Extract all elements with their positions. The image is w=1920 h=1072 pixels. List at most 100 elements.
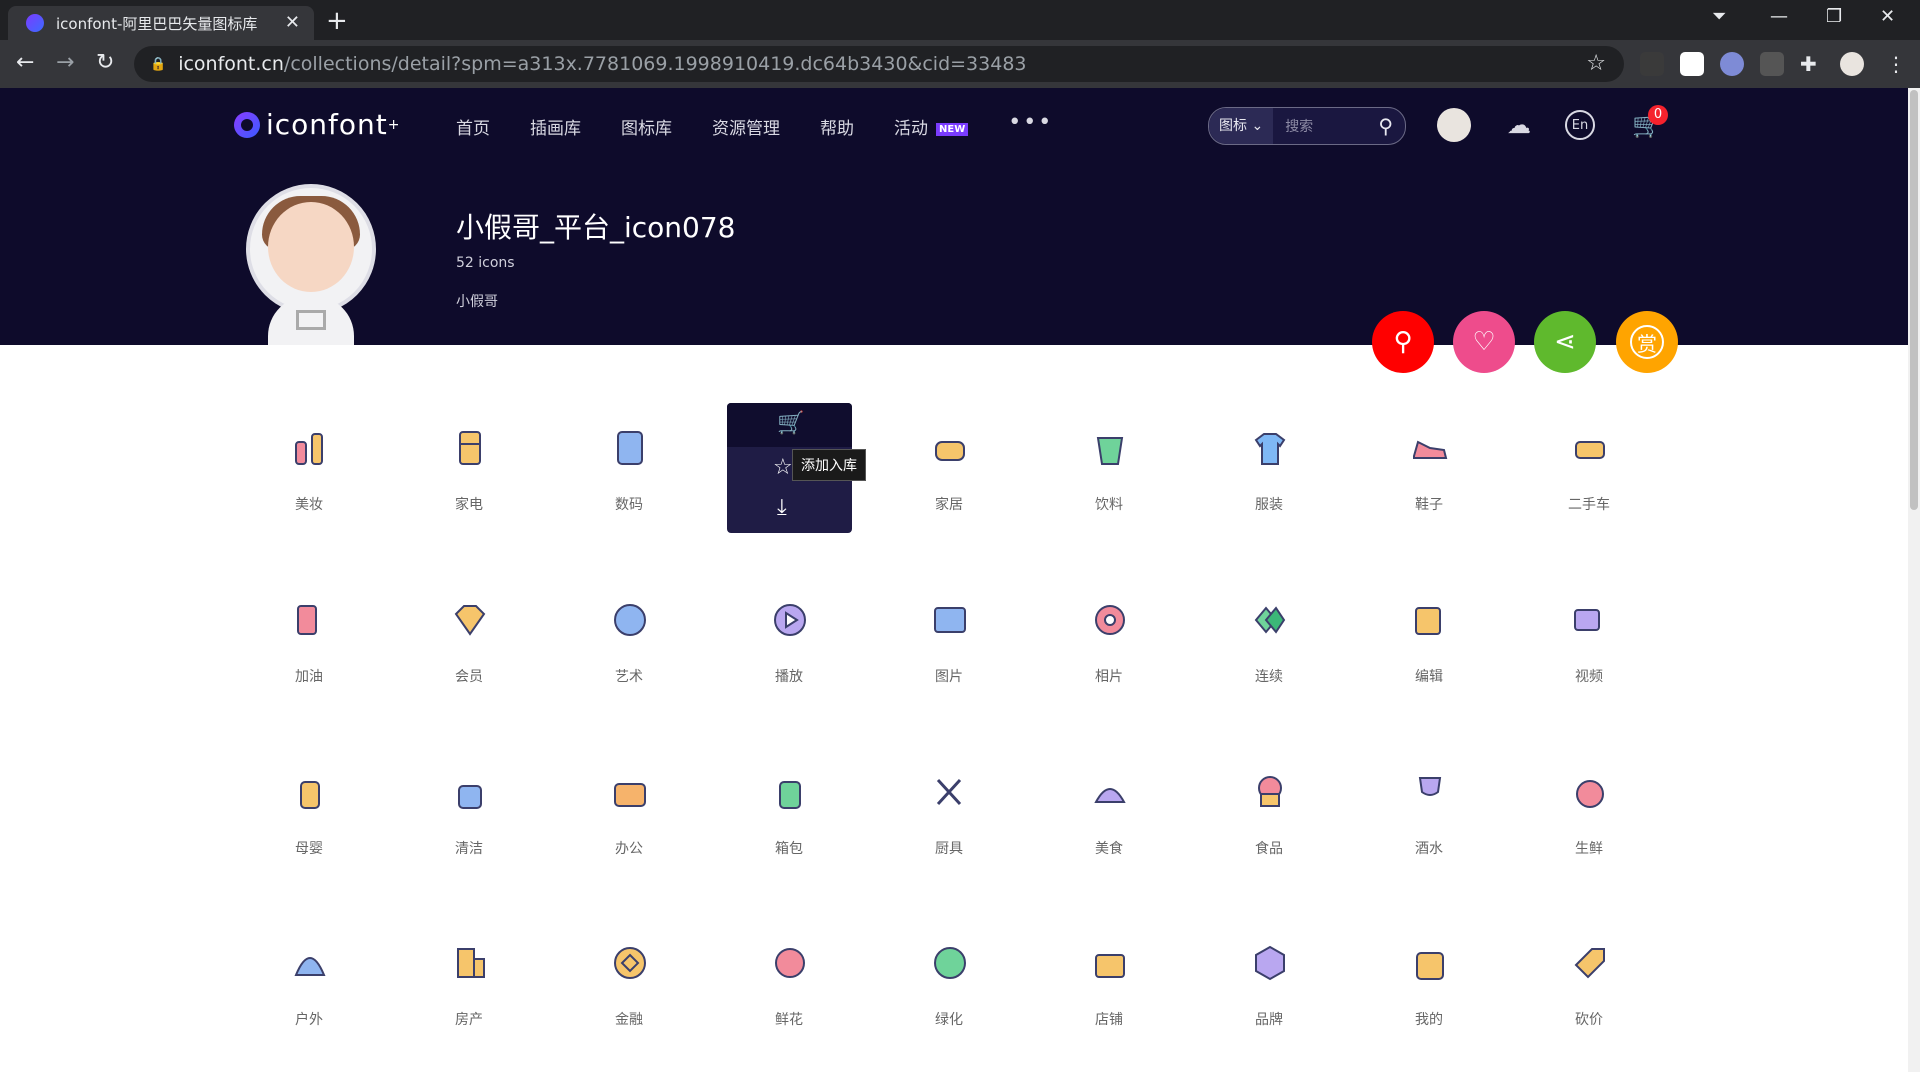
nav-resource-management[interactable]: 资源管理 <box>712 114 780 139</box>
extension-l-icon[interactable] <box>1680 52 1704 76</box>
icon-card[interactable]: 二手车 <box>1526 402 1652 532</box>
icon-card[interactable]: 艺术 <box>566 574 692 704</box>
icon-card[interactable]: 金融 <box>566 917 692 1047</box>
collect-star-icon[interactable]: ☆ <box>773 455 793 480</box>
icon-card[interactable]: 房产 <box>406 917 532 1047</box>
diamond-icon <box>454 605 486 636</box>
wine-icon <box>1418 777 1442 796</box>
page-scrollbar-thumb[interactable] <box>1910 90 1918 510</box>
building-icon <box>457 948 485 978</box>
share-button[interactable]: ⋖ <box>1534 311 1596 373</box>
icon-card[interactable]: 我的 <box>1366 917 1492 1047</box>
minimize-icon[interactable]: — <box>1770 6 1788 27</box>
browser-menu-icon[interactable]: ⋮ <box>1886 52 1910 76</box>
play-icon <box>774 604 806 636</box>
nav-illustration[interactable]: 插画库 <box>530 114 581 139</box>
icon-card[interactable]: 品牌 <box>1206 917 1332 1047</box>
search-icon[interactable]: ⚲ <box>1378 114 1393 138</box>
tablet-icon <box>617 431 643 465</box>
search-input[interactable]: 搜索 <box>1285 116 1378 136</box>
icon-label: 连续 <box>1255 669 1283 685</box>
icon-label: 视频 <box>1575 669 1603 685</box>
icon-card[interactable]: 鞋子 <box>1366 402 1492 532</box>
close-window-icon[interactable]: ✕ <box>1880 6 1895 27</box>
icon-card[interactable]: 编辑 <box>1366 574 1492 704</box>
icon-card[interactable]: 厨具 <box>886 746 1012 876</box>
reward-icon: 赏 <box>1630 325 1664 359</box>
back-icon[interactable]: ← <box>16 50 34 75</box>
forward-icon[interactable]: → <box>56 50 74 75</box>
collection-search-button[interactable]: ⚲ <box>1372 311 1434 373</box>
more-menu-icon[interactable]: ••• <box>1008 110 1053 135</box>
download-icon[interactable]: ⤓ <box>777 495 787 520</box>
extensions-puzzle-icon[interactable]: ✚ <box>1800 52 1824 76</box>
icon-card[interactable]: 图片 <box>886 574 1012 704</box>
lock-icon: 🔒 <box>150 56 167 72</box>
cupcake-icon <box>1258 776 1282 807</box>
extension-pen-icon[interactable] <box>1640 52 1664 76</box>
profile-avatar-icon[interactable] <box>1840 52 1864 76</box>
icon-label: 相片 <box>1095 669 1123 685</box>
restore-icon[interactable]: ❐ <box>1826 6 1842 27</box>
icon-card[interactable]: 砍价 <box>1526 917 1652 1047</box>
icon-card[interactable]: 播放 <box>726 574 852 704</box>
icon-card[interactable]: 饮料 <box>1046 402 1172 532</box>
user-avatar[interactable] <box>1437 108 1471 142</box>
icon-card[interactable]: 视频 <box>1526 574 1652 704</box>
icon-card[interactable]: 连续 <box>1206 574 1332 704</box>
icon-card[interactable]: 家电 <box>406 402 532 532</box>
icon-card[interactable]: 鲜花 <box>726 917 852 1047</box>
icon-card[interactable]: 生鲜 <box>1526 746 1652 876</box>
url-text: iconfont.cn/collections/detail?spm=a313x… <box>178 53 1027 75</box>
icon-label: 店铺 <box>1095 1012 1123 1028</box>
nav-help[interactable]: 帮助 <box>820 114 854 139</box>
extension-glasses-icon[interactable] <box>1720 52 1744 76</box>
bookmark-star-icon[interactable]: ☆ <box>1586 51 1606 76</box>
new-tab-icon[interactable]: + <box>326 6 348 36</box>
iconfont-logo[interactable]: iconfont + <box>234 108 400 141</box>
reward-button[interactable]: 赏 <box>1616 311 1678 373</box>
icon-card[interactable]: 酒水 <box>1366 746 1492 876</box>
icon-card[interactable]: 美食 <box>1046 746 1172 876</box>
reload-icon[interactable]: ↻ <box>96 50 114 75</box>
nav-home[interactable]: 首页 <box>456 114 490 139</box>
main-nav: 首页 插画库 图标库 资源管理 帮助 活动 NEW ••• <box>456 110 1053 139</box>
icon-card[interactable]: 箱包 <box>726 746 852 876</box>
search-category-select[interactable]: 图标 ⌄ <box>1209 108 1274 144</box>
language-switch-icon[interactable]: En <box>1565 110 1595 140</box>
address-bar: ← → ↻ 🔒 iconfont.cn/collections/detail?s… <box>0 40 1920 88</box>
icon-card[interactable]: 相片 <box>1046 574 1172 704</box>
icon-card[interactable]: 食品 <box>1206 746 1332 876</box>
close-tab-icon[interactable]: ✕ <box>285 12 300 33</box>
icon-card[interactable]: 数码 <box>566 402 692 532</box>
profile-menu-icon[interactable]: ⏷ <box>1712 6 1726 27</box>
add-to-cart-icon[interactable]: 🛒 <box>777 411 804 436</box>
icon-card[interactable]: 母婴 <box>246 746 372 876</box>
favorite-button[interactable]: ♡ <box>1453 311 1515 373</box>
nav-activity[interactable]: 活动 NEW <box>894 114 969 139</box>
icon-card[interactable]: 服装 <box>1206 402 1332 532</box>
icon-card[interactable]: 会员 <box>406 574 532 704</box>
nav-icon-library[interactable]: 图标库 <box>621 114 672 139</box>
browser-tab-bar: iconfont-阿里巴巴矢量图标库 ✕ + ⏷ — ❐ ✕ <box>0 0 1920 40</box>
icon-card[interactable]: 清洁 <box>406 746 532 876</box>
icon-card[interactable]: 绿化 <box>886 917 1012 1047</box>
browser-tab[interactable]: iconfont-阿里巴巴矢量图标库 ✕ <box>8 6 314 40</box>
icon-card[interactable]: 美妆 <box>246 402 372 532</box>
extension-mask-icon[interactable] <box>1760 52 1784 76</box>
icon-label: 品牌 <box>1255 1012 1283 1028</box>
icon-card[interactable]: 家居 <box>886 402 1012 532</box>
car-icon <box>1575 441 1605 459</box>
cart-count-badge: 0 <box>1648 105 1668 125</box>
image-icon <box>934 607 966 633</box>
upload-cloud-icon[interactable]: ☁ <box>1502 108 1536 142</box>
icon-card[interactable]: 加油 <box>246 574 372 704</box>
icon-card[interactable]: 办公 <box>566 746 692 876</box>
url-field[interactable]: 🔒 iconfont.cn/collections/detail?spm=a31… <box>134 46 1624 82</box>
collection-author[interactable]: 小假哥 <box>456 291 498 311</box>
sofa-icon <box>935 441 965 461</box>
video-icon <box>1574 609 1600 631</box>
icon-card[interactable]: 户外 <box>246 917 372 1047</box>
share-icon: ⋖ <box>1554 327 1576 357</box>
icon-card[interactable]: 店铺 <box>1046 917 1172 1047</box>
